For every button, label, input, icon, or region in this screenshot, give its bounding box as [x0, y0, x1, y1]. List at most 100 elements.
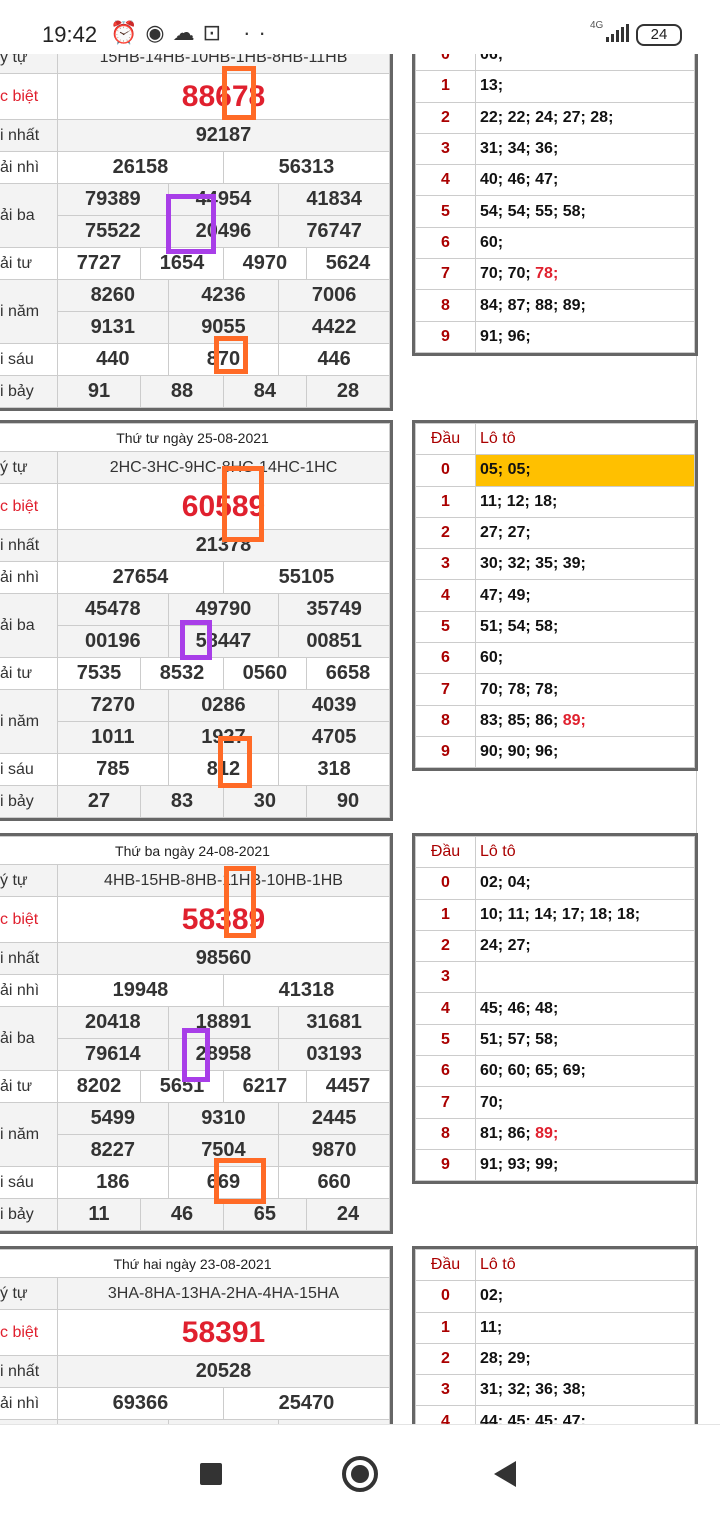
loto-head-digit: 6	[415, 642, 476, 675]
loto-values: 24; 27;	[475, 929, 695, 963]
prize-number: 45478	[57, 593, 169, 626]
prize-number: 5651	[139, 1070, 224, 1103]
prize-label: c biệt	[0, 483, 58, 530]
result-table: Thứ tư ngày 25-08-2021 ý tự 2HC-3HC-9HC-8H…	[0, 420, 393, 821]
prize-label: c biệt	[0, 1309, 58, 1356]
prize-number: 7535	[57, 657, 141, 690]
prize-number: 03193	[278, 1038, 390, 1071]
draw-code: 15HB-14HB-10HB-1HB-8HB-11HB	[57, 54, 390, 74]
loto-head-digit: 7	[415, 1086, 476, 1119]
prize-number: 00851	[278, 625, 390, 658]
loto-head-digit: 1	[415, 1311, 476, 1344]
loto-header-values: Lô tô	[475, 835, 695, 869]
prize-number: 9310	[167, 1102, 280, 1135]
draw-code: 2HC-3HC-9HC-8HC-14HC-1HC	[57, 451, 390, 484]
results-page[interactable]: ý tự 15HB-14HB-10HB-1HB-8HB-11HB c biệt 886…	[0, 54, 720, 1424]
prize-label: c biệt	[0, 896, 58, 943]
prize-number: 18891	[167, 1006, 280, 1039]
loto-table: Đầu Lô tô 0 05; 05; 1 11; 12; 18; 2 27; 27; 3 30;…	[412, 420, 698, 772]
prize-number: 41834	[278, 183, 390, 216]
loto-numbers: 24; 27;	[480, 937, 531, 955]
loto-header-head: Đầu	[415, 835, 476, 869]
prize-number: 4705	[278, 721, 390, 754]
loto-numbers: 70;	[480, 1093, 504, 1111]
loto-numbers: 81; 86;	[480, 1124, 536, 1142]
prize-number: 24	[305, 1198, 391, 1231]
prize-number: 1927	[167, 721, 280, 754]
prize-number: 44954	[167, 183, 280, 216]
prize-number: 2445	[278, 1102, 390, 1135]
prize-number: 1654	[139, 247, 224, 280]
prize-label: i nhất	[0, 1355, 58, 1388]
prize-label: i nhất	[0, 529, 58, 562]
loto-numbers: 02; 04;	[480, 874, 531, 892]
prize-number: 30	[222, 785, 307, 818]
loto-numbers: 22; 22; 24; 27; 28;	[480, 108, 614, 126]
loto-head-digit: 4	[415, 164, 476, 197]
prize-label: ý tự	[0, 54, 58, 74]
loto-values: 70;	[475, 1086, 695, 1119]
loto-values: 06;	[475, 54, 695, 72]
prize-number: 00196	[57, 625, 169, 658]
result-table: ý tự 15HB-14HB-10HB-1HB-8HB-11HB c biệt 886…	[0, 54, 393, 411]
prize-number: 440	[57, 343, 169, 376]
prize-number: 35749	[278, 593, 390, 626]
prize-number: 56313	[222, 151, 391, 184]
loto-numbers: 31; 34; 36;	[480, 140, 559, 158]
prize-number: 79614	[57, 1038, 169, 1071]
prize-number: 4457	[305, 1070, 391, 1103]
loto-head-digit: 3	[415, 1374, 476, 1407]
prize-number: 870	[167, 343, 280, 376]
loto-numbers: 70; 78; 78;	[480, 680, 559, 698]
status-time: 19:42	[42, 22, 98, 47]
loto-head-digit: 9	[415, 735, 476, 769]
loto-head-digit: 1	[415, 70, 476, 103]
prize-number: 5624	[305, 247, 391, 280]
prize-number: 4422	[278, 311, 390, 344]
loto-head-digit: 5	[415, 195, 476, 228]
loto-values: 84; 87; 88; 89;	[475, 289, 695, 322]
loto-head-digit: 6	[415, 226, 476, 260]
loto-head-digit: 3	[415, 132, 476, 166]
prize-label: i năm	[0, 1102, 58, 1167]
prize-label: i nhất	[0, 119, 58, 152]
loto-values: 70; 78; 78;	[475, 673, 695, 706]
loto-head-digit: 9	[415, 1148, 476, 1182]
prize-number: 11	[57, 1198, 141, 1231]
loto-numbers: 51; 54; 58;	[480, 617, 559, 635]
special-prize-number: 58391	[57, 1309, 390, 1356]
loto-head-digit: 4	[415, 579, 476, 612]
loto-table: 0 06; 1 13; 2 22; 22; 24; 27; 28; 3 31; 34; 36;…	[412, 54, 698, 356]
loto-numbers: 30; 32; 35; 39;	[480, 555, 586, 573]
recent-apps-icon[interactable]	[200, 1463, 222, 1485]
prize-number: 8202	[57, 1070, 141, 1103]
loto-header-head: Đầu	[415, 422, 476, 456]
loto-head-digit: 0	[415, 454, 476, 487]
loto-values: 27; 27;	[475, 516, 695, 550]
prize-number: 0286	[167, 689, 280, 722]
loto-numbers: 27; 27;	[480, 524, 531, 542]
back-icon[interactable]	[494, 1461, 516, 1487]
loto-values: 30; 32; 35; 39;	[475, 548, 695, 581]
loto-numbers: 54; 54; 55; 58;	[480, 202, 586, 220]
prize-number: 58447	[167, 625, 280, 658]
prize-number: 0560	[222, 657, 307, 690]
loto-numbers: 40; 46; 47;	[480, 171, 559, 189]
loto-numbers: 02;	[480, 1287, 504, 1305]
loto-values: 11;	[475, 1311, 695, 1344]
prize-number: 9870	[278, 1134, 390, 1167]
loto-values: 22; 22; 24; 27; 28;	[475, 101, 695, 134]
prize-number: 55105	[222, 561, 391, 594]
loto-head-digit: 8	[415, 289, 476, 322]
prize-label: c biệt	[0, 73, 58, 120]
draw-date-header: Thứ ba ngày 24-08-2021	[0, 836, 390, 865]
loto-values: 05; 05;	[475, 454, 695, 487]
home-icon[interactable]	[342, 1456, 378, 1492]
prize-number: 20528	[57, 1355, 390, 1388]
loto-head-digit: 4	[415, 992, 476, 1025]
prize-number: 20418	[57, 1006, 169, 1039]
loto-head-digit: 0	[415, 1280, 476, 1313]
prize-number: 669	[167, 1166, 280, 1199]
loto-numbers: 60;	[480, 233, 504, 251]
prize-number: 84	[222, 375, 307, 408]
